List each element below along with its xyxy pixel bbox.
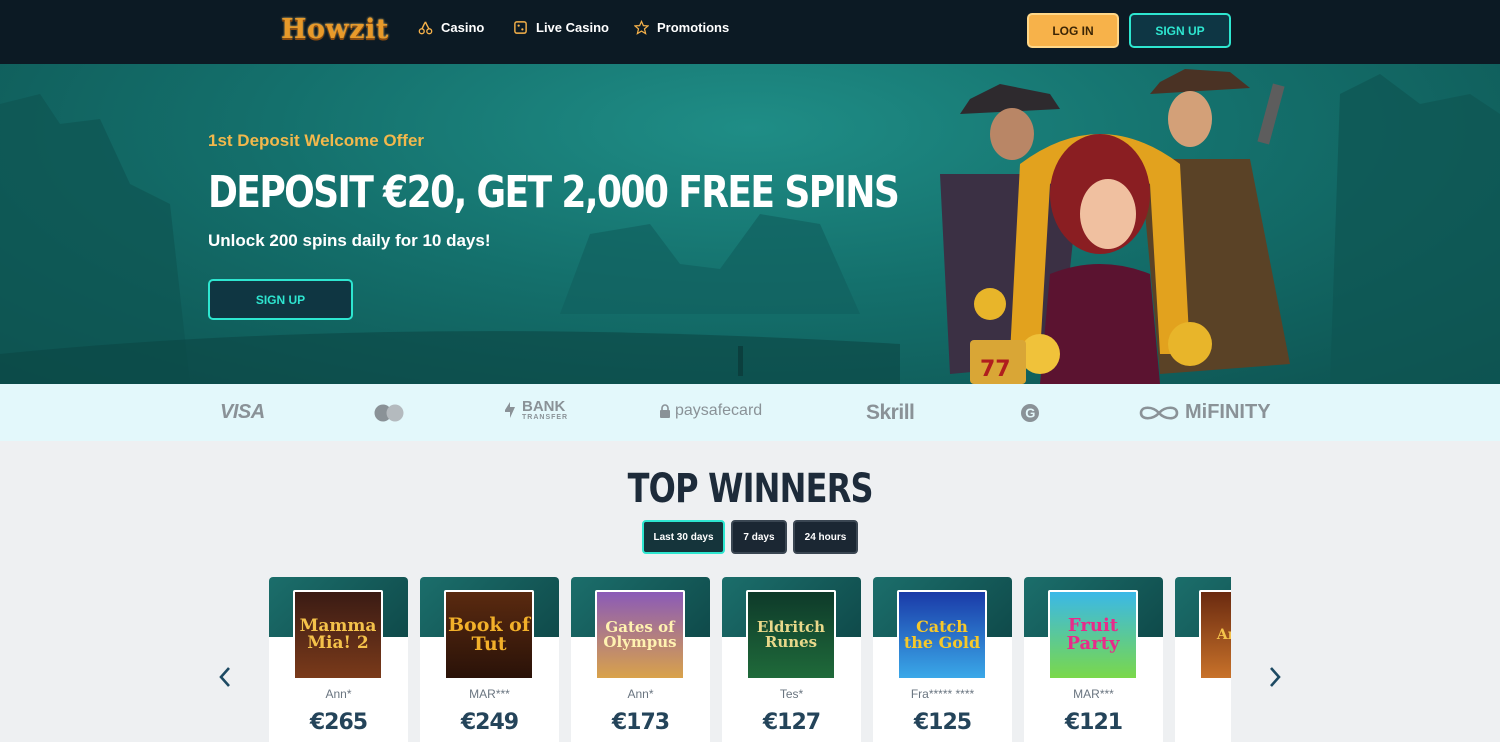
login-button[interactable]: LOG IN bbox=[1027, 13, 1119, 48]
payment-methods-strip: VISA BANK TRANSFER paysafecard Skrill G … bbox=[0, 384, 1500, 441]
gpay-logo: G bbox=[1020, 403, 1040, 423]
winner-card[interactable]: Anubis M € bbox=[1175, 577, 1231, 742]
g-mark: G bbox=[1025, 406, 1035, 421]
game-thumbnail-book-of-tut: Book of Tut bbox=[444, 590, 534, 680]
top-header: Howzit Casino Live Casino Promotions LOG… bbox=[0, 0, 1500, 64]
visa-label: VISA bbox=[220, 401, 265, 423]
bank-label: BANK bbox=[522, 398, 566, 415]
winner-player: Ann* bbox=[627, 687, 654, 701]
filter-7-days[interactable]: 7 days bbox=[731, 520, 787, 554]
nav-casino-label: Casino bbox=[441, 20, 485, 35]
chevron-left-icon bbox=[219, 667, 230, 687]
game-thumbnail-gates-of-olympus: Gates of Olympus bbox=[595, 590, 685, 680]
skrill-logo: Skrill bbox=[866, 401, 915, 425]
lock-icon bbox=[660, 403, 670, 418]
winner-amount: €121 bbox=[1064, 710, 1123, 735]
winner-player: MAR*** bbox=[1073, 687, 1114, 701]
bank-transfer-logo: BANK TRANSFER bbox=[502, 399, 568, 421]
winner-amount: €127 bbox=[762, 710, 821, 735]
winner-card[interactable]: Book of Tut MAR*** €249 bbox=[420, 577, 559, 742]
game-title: Catch the Gold bbox=[903, 617, 981, 652]
mastercard-icon bbox=[374, 404, 404, 422]
offer-title: DEPOSIT €20, GET 2,000 FREE SPINS bbox=[208, 167, 900, 218]
winner-amount: €173 bbox=[611, 710, 670, 735]
game-title: Book of Tut bbox=[447, 614, 531, 655]
filter-last-30-days[interactable]: Last 30 days bbox=[642, 520, 725, 554]
game-title: Gates of Olympus bbox=[603, 618, 677, 651]
winner-player: Ann* bbox=[325, 687, 352, 701]
nav-promotions-label: Promotions bbox=[657, 20, 730, 35]
visa-logo: VISA bbox=[220, 401, 265, 424]
nav-live-casino[interactable]: Live Casino bbox=[513, 20, 609, 35]
top-winners-title: TOP WINNERS bbox=[627, 466, 873, 512]
winners-carousel: Mamma Mia! 2 Ann* €265 Book of Tut MAR**… bbox=[269, 577, 1231, 742]
winner-card[interactable]: Mamma Mia! 2 Ann* €265 bbox=[269, 577, 408, 742]
game-thumbnail-mamma-mia: Mamma Mia! 2 bbox=[293, 590, 383, 680]
top-winners-heading: TOP WINNERS bbox=[0, 466, 1500, 512]
skrill-label: Skrill bbox=[866, 401, 915, 424]
winner-amount: €125 bbox=[913, 710, 972, 735]
winner-card[interactable]: Catch the Gold Fra***** **** €125 bbox=[873, 577, 1012, 742]
game-title: Fruit Party bbox=[1066, 615, 1120, 654]
cherries-icon bbox=[418, 21, 433, 35]
winner-amount: €265 bbox=[309, 710, 368, 735]
game-title: Eldritch Runes bbox=[756, 618, 826, 651]
star-icon bbox=[634, 20, 649, 35]
svg-text:77: 77 bbox=[980, 357, 1011, 382]
game-thumbnail-anubis: Anubis bbox=[1199, 590, 1231, 680]
winner-card[interactable]: Fruit Party MAR*** €121 bbox=[1024, 577, 1163, 742]
winner-player: Fra***** **** bbox=[910, 687, 975, 701]
winner-amount: € bbox=[1175, 710, 1231, 735]
g-circle-icon: G bbox=[1021, 404, 1039, 422]
nav-promotions[interactable]: Promotions bbox=[634, 20, 729, 35]
winner-card[interactable]: Gates of Olympus Ann* €173 bbox=[571, 577, 710, 742]
mifinity-label: MiFINITY bbox=[1185, 401, 1271, 423]
winner-amount: €249 bbox=[460, 710, 519, 735]
game-thumbnail-fruit-party: Fruit Party bbox=[1048, 590, 1138, 680]
winner-player: M bbox=[1175, 687, 1231, 701]
nav-casino[interactable]: Casino bbox=[418, 20, 484, 35]
howzit-logo[interactable]: Howzit bbox=[281, 14, 389, 45]
filter-24-hours[interactable]: 24 hours bbox=[793, 520, 858, 554]
winner-player: MAR*** bbox=[469, 687, 510, 701]
mifinity-logo: MiFINITY bbox=[1137, 401, 1271, 424]
carousel-prev-button[interactable] bbox=[212, 664, 238, 690]
paysafecard-logo: paysafecard bbox=[659, 402, 762, 420]
nav-live-casino-label: Live Casino bbox=[536, 20, 609, 35]
infinity-icon bbox=[1139, 405, 1179, 420]
carousel-next-button[interactable] bbox=[1262, 664, 1288, 690]
game-thumbnail-catch-the-gold: Catch the Gold bbox=[897, 590, 987, 680]
game-title: Mamma Mia! 2 bbox=[299, 616, 377, 653]
transfer-label: TRANSFER bbox=[522, 414, 569, 421]
bank-transfer-icon bbox=[505, 402, 515, 418]
winner-card[interactable]: Eldritch Runes Tes* €127 bbox=[722, 577, 861, 742]
mastercard-logo bbox=[372, 403, 406, 423]
hero-illustration: 77 bbox=[0, 69, 1500, 384]
game-thumbnail-eldritch-runes: Eldritch Runes bbox=[746, 590, 836, 680]
hero-signup-button[interactable]: SIGN UP bbox=[208, 279, 353, 320]
dice-icon bbox=[514, 21, 527, 34]
paysafecard-label: paysafecard bbox=[675, 402, 763, 419]
chevron-right-icon bbox=[1270, 667, 1281, 687]
offer-subtitle: Unlock 200 spins daily for 10 days! bbox=[208, 231, 491, 250]
winner-player: Tes* bbox=[779, 687, 804, 701]
signup-button[interactable]: SIGN UP bbox=[1129, 13, 1231, 48]
game-title: Anubis bbox=[1216, 627, 1231, 643]
hero-banner: 77 1st Deposit Welcome Offer DEPOSIT €20… bbox=[0, 64, 1500, 384]
offer-kicker: 1st Deposit Welcome Offer bbox=[208, 131, 425, 150]
